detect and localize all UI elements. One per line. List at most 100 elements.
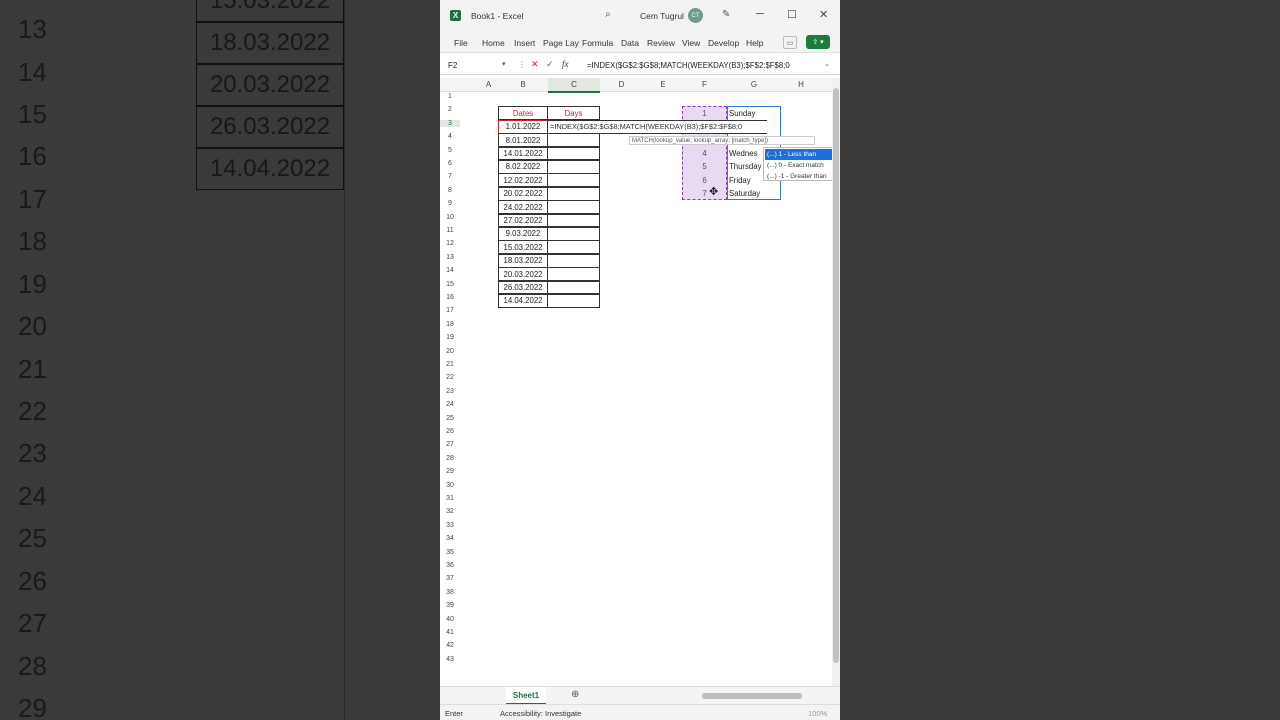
days-cell[interactable]: [547, 146, 600, 161]
date-cell[interactable]: 9.03.2022: [498, 227, 548, 241]
date-cell[interactable]: 12.02.2022: [498, 173, 548, 188]
row-header[interactable]: 26: [440, 428, 460, 435]
share-button[interactable]: ⇪ ▾: [806, 35, 830, 49]
column-header-b[interactable]: B: [498, 80, 548, 89]
column-header-f[interactable]: F: [682, 80, 727, 89]
row-header[interactable]: 32: [440, 508, 460, 515]
row-header[interactable]: 19: [440, 334, 460, 341]
expand-formula-bar-icon[interactable]: ⌄: [824, 60, 830, 68]
date-cell[interactable]: 24.02.2022: [498, 200, 548, 215]
zoom-level[interactable]: 100%: [808, 709, 827, 718]
row-header[interactable]: 38: [440, 589, 460, 596]
comment-icon[interactable]: ▭: [783, 36, 797, 49]
tab-file[interactable]: File: [454, 38, 468, 48]
row-header[interactable]: 8: [440, 187, 460, 194]
date-cell[interactable]: 1.01.2022: [498, 119, 548, 134]
cancel-icon[interactable]: ✕: [531, 59, 539, 70]
row-header[interactable]: 34: [440, 535, 460, 542]
row-header[interactable]: 28: [440, 455, 460, 462]
row-header[interactable]: 36: [440, 562, 460, 569]
autocomplete-option-exact-match[interactable]: (...) 0 - Exact match: [765, 160, 835, 171]
close-button[interactable]: ✕: [819, 8, 828, 21]
row-header[interactable]: 5: [440, 147, 460, 154]
date-cell[interactable]: 20.02.2022: [498, 186, 548, 201]
search-icon[interactable]: ⌕: [605, 9, 611, 20]
row-header[interactable]: 10: [440, 214, 460, 221]
days-cell[interactable]: [547, 240, 600, 255]
row-header[interactable]: 7: [440, 173, 460, 180]
check-icon[interactable]: ✓: [546, 59, 554, 70]
days-cell[interactable]: [547, 227, 600, 241]
row-header[interactable]: 4: [440, 133, 460, 140]
date-cell[interactable]: 8.01.2022: [498, 133, 548, 148]
date-cell[interactable]: 26.03.2022: [498, 280, 548, 295]
tab-view[interactable]: View: [682, 38, 700, 48]
row-header[interactable]: 21: [440, 361, 460, 368]
row-header[interactable]: 24: [440, 401, 460, 408]
tab-review[interactable]: Review: [647, 38, 675, 48]
days-cell[interactable]: [547, 280, 600, 295]
row-header[interactable]: 29: [440, 468, 460, 475]
avatar[interactable]: CT: [688, 8, 703, 23]
date-cell[interactable]: 18.03.2022: [498, 253, 548, 268]
days-header-cell[interactable]: Days: [547, 106, 600, 121]
row-header[interactable]: 13: [440, 254, 460, 261]
pen-icon[interactable]: ✎: [722, 9, 730, 20]
horizontal-scrollbar[interactable]: [702, 693, 802, 699]
row-header[interactable]: 40: [440, 616, 460, 623]
row-header[interactable]: 18: [440, 321, 460, 328]
add-sheet-button[interactable]: ⊕: [571, 689, 579, 700]
date-cell[interactable]: 8.02.2022: [498, 160, 548, 174]
tab-insert[interactable]: Insert: [514, 38, 535, 48]
chevron-down-icon[interactable]: ▾: [502, 60, 506, 68]
row-header[interactable]: 33: [440, 522, 460, 529]
tab-data[interactable]: Data: [621, 38, 639, 48]
row-header[interactable]: 25: [440, 415, 460, 422]
days-cell[interactable]: [547, 294, 600, 308]
row-header[interactable]: 12: [440, 240, 460, 247]
vertical-scrollbar[interactable]: [832, 78, 840, 686]
tab-help[interactable]: Help: [746, 38, 763, 48]
row-header[interactable]: 39: [440, 602, 460, 609]
date-cell[interactable]: 15.03.2022: [498, 240, 548, 255]
row-header[interactable]: 41: [440, 629, 460, 636]
editing-formula-cell[interactable]: =INDEX($G$2:$G$8;MATCH(WEEKDAY(B3);$F$2:…: [547, 119, 767, 134]
row-header[interactable]: 22: [440, 374, 460, 381]
column-header-h[interactable]: H: [781, 80, 821, 89]
vertical-scroll-thumb[interactable]: [833, 88, 839, 663]
tab-page-layout[interactable]: Page Lay: [543, 38, 579, 48]
days-cell[interactable]: [547, 253, 600, 268]
days-cell[interactable]: [547, 186, 600, 201]
autocomplete-option-less-than[interactable]: (...) 1 - Less than: [765, 149, 835, 160]
row-header[interactable]: 20: [440, 348, 460, 355]
row-header[interactable]: 17: [440, 307, 460, 314]
tab-developer[interactable]: Develop: [708, 38, 739, 48]
days-cell[interactable]: [547, 160, 600, 174]
days-cell[interactable]: [547, 173, 600, 188]
formula-input[interactable]: =INDEX($G$2:$G$8;MATCH(WEEKDAY(B3);$F$2:…: [587, 61, 790, 70]
row-header[interactable]: 30: [440, 482, 460, 489]
row-header[interactable]: 11: [440, 227, 460, 234]
date-cell[interactable]: 14.01.2022: [498, 146, 548, 161]
row-header[interactable]: 14: [440, 267, 460, 274]
row-header[interactable]: 16: [440, 294, 460, 301]
days-cell[interactable]: [547, 133, 600, 148]
row-header[interactable]: 35: [440, 549, 460, 556]
date-cell[interactable]: 14.04.2022: [498, 294, 548, 308]
date-cell[interactable]: 20.03.2022: [498, 267, 548, 282]
date-cell[interactable]: 27.02.2022: [498, 213, 548, 228]
row-header[interactable]: 42: [440, 642, 460, 649]
column-header-d[interactable]: D: [600, 80, 643, 89]
column-header-g[interactable]: G: [727, 80, 781, 89]
row-header[interactable]: 31: [440, 495, 460, 502]
tab-formulas[interactable]: Formula: [582, 38, 613, 48]
user-name[interactable]: Cem Tugrul: [640, 11, 684, 21]
maximize-button[interactable]: ☐: [787, 8, 797, 21]
row-header[interactable]: 43: [440, 656, 460, 663]
dates-header-cell[interactable]: Dates: [498, 106, 548, 121]
days-cell[interactable]: [547, 267, 600, 282]
days-cell[interactable]: [547, 200, 600, 215]
row-header[interactable]: 23: [440, 388, 460, 395]
row-header[interactable]: 9: [440, 200, 460, 207]
row-header[interactable]: 2: [440, 106, 460, 113]
